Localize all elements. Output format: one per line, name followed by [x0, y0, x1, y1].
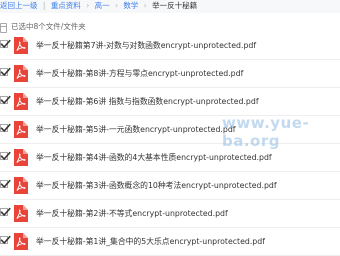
breadcrumb-item-gaoyi[interactable]: 高一 — [95, 0, 110, 11]
file-row[interactable]: 举一反十秘籍-第2讲-不等式encrypt-unprotected.pdf — [0, 200, 340, 228]
file-name[interactable]: 举一反十秘籍第7讲-对数与对数函数encrypt-unprotected.pdf — [36, 40, 256, 51]
selection-summary: 已选中8个文件/文件夹 — [11, 22, 86, 31]
file-row[interactable]: 举一反十秘籍-第3讲-函数概念的10种考法encrypt-unprotected… — [0, 172, 340, 200]
check-icon[interactable] — [0, 95, 11, 104]
watermark: www.yue-ba.org — [222, 114, 310, 150]
check-icon[interactable] — [0, 151, 11, 160]
breadcrumb-item-zhongdian[interactable]: 重点资料 — [51, 0, 81, 11]
file-row[interactable]: 举一反十秘籍-第8讲-方程与零点encrypt-unprotected.pdf — [0, 60, 340, 88]
pdf-icon — [13, 177, 28, 194]
chevron-right-icon: › — [114, 1, 118, 10]
file-row[interactable]: 举一反十秘籍-第6讲 指数与指数函数encrypt-unprotected.pd… — [0, 88, 340, 116]
breadcrumb-current: 举一反十秘籍 — [152, 1, 198, 10]
chevron-right-icon: › — [143, 1, 147, 10]
pdf-icon — [13, 121, 28, 138]
file-name[interactable]: 举一反十秘籍-第3讲-函数概念的10种考法encrypt-unprotected… — [36, 180, 277, 191]
check-icon[interactable] — [0, 67, 11, 76]
breadcrumb-item-shuxue[interactable]: 数学 — [123, 0, 138, 11]
pdf-icon — [13, 233, 28, 250]
file-row[interactable]: 举一反十秘籍第7讲-对数与对数函数encrypt-unprotected.pdf — [0, 32, 340, 60]
file-name[interactable]: 举一反十秘籍-第6讲 指数与指数函数encrypt-unprotected.pd… — [36, 96, 259, 107]
pdf-icon — [13, 205, 28, 222]
file-name[interactable]: 举一反十秘籍-第1讲_集合中的5大乐点encrypt-unprotected.p… — [36, 236, 265, 247]
file-name[interactable]: 举一反十秘籍-第5讲-一元函数encrypt-unprotected.pdf — [36, 124, 236, 135]
breadcrumb: 返回上一级 | 重点资料 › 高一 › 数学 › 举一反十秘籍 — [0, 0, 340, 13]
check-icon[interactable] — [0, 207, 11, 216]
pdf-icon — [13, 149, 28, 166]
check-icon[interactable] — [0, 179, 11, 188]
file-name[interactable]: 举一反十秘籍-第2讲-不等式encrypt-unprotected.pdf — [36, 208, 228, 219]
check-icon[interactable] — [0, 123, 11, 132]
pdf-icon — [13, 93, 28, 110]
select-all[interactable]: 已选中8个文件/文件夹 — [0, 21, 86, 32]
file-name[interactable]: 举一反十秘籍-第8讲-方程与零点encrypt-unprotected.pdf — [36, 68, 243, 79]
check-icon[interactable] — [0, 39, 11, 48]
chevron-right-icon: › — [86, 1, 90, 10]
back-link[interactable]: 返回上一级 — [0, 0, 38, 11]
pdf-icon — [13, 37, 28, 54]
breadcrumb-separator: | — [42, 1, 46, 10]
pdf-icon — [13, 65, 28, 82]
file-name[interactable]: 举一反十秘籍-第4讲-函数的4大基本性质encrypt-unprotected.… — [36, 152, 272, 163]
check-icon[interactable] — [0, 235, 11, 244]
